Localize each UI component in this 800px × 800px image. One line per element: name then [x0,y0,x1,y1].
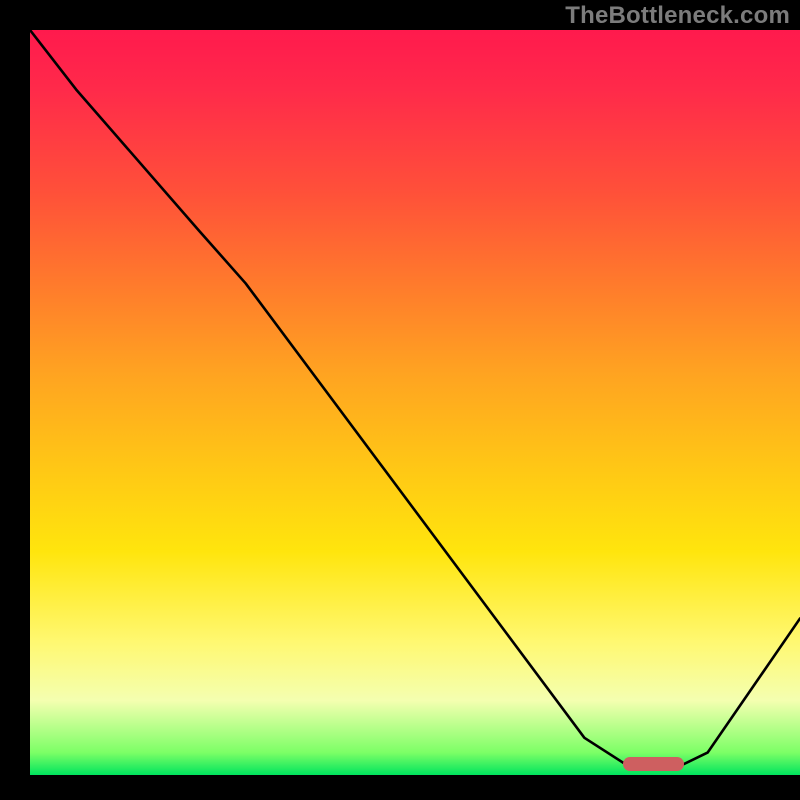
plot-area [30,30,800,775]
chart-frame: TheBottleneck.com [0,0,800,800]
attribution-label: TheBottleneck.com [565,2,790,30]
optimal-range-marker [623,757,685,771]
curve-path [30,30,800,768]
bottleneck-curve [30,30,800,775]
